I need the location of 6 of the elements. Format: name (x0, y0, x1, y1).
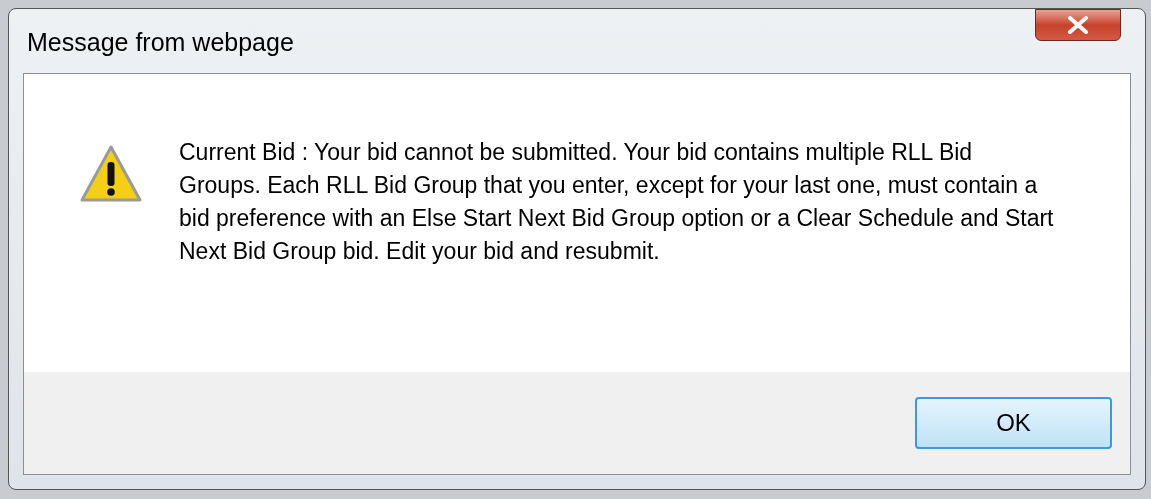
window-title: Message from webpage (26, 27, 294, 59)
close-button[interactable] (1035, 9, 1121, 41)
warning-icon (79, 144, 143, 204)
message-text: Current Bid : Your bid cannot be submitted. Your bid contains multiple RLL Bid Groups. Each RLL Bid Group that you enter, except for your last one, must contain a bid preference with an Else Start Next Bid Group option or a Clear Schedule and Start Next Bid Group bid. Edit your bid and resubmit. (179, 138, 1055, 266)
ok-button[interactable]: OK (915, 397, 1112, 449)
close-icon (1067, 16, 1089, 34)
